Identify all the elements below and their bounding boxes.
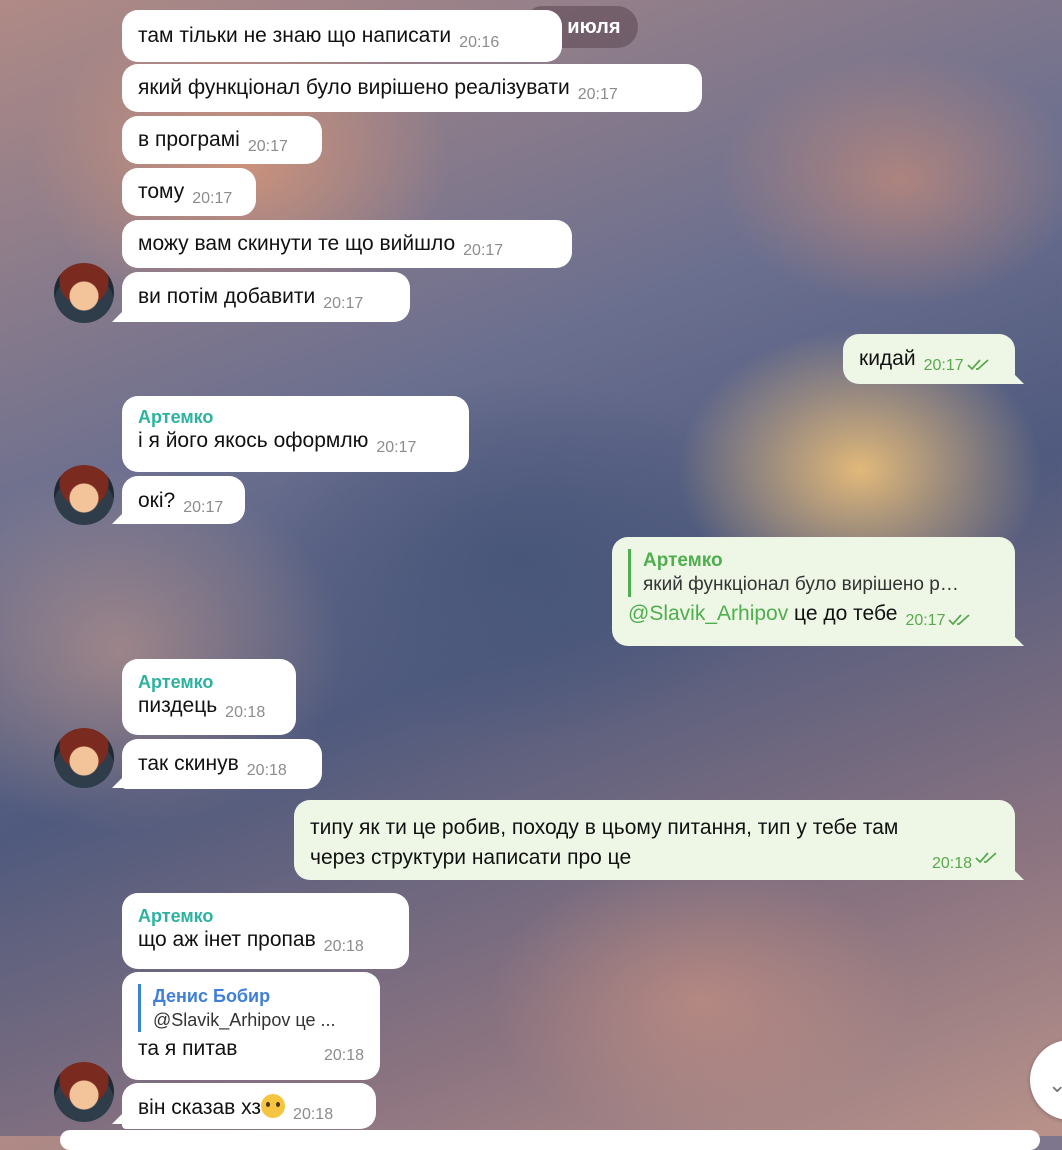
message-text: який функціонал було вирішено реалізуват… [138, 76, 570, 99]
sender-name[interactable]: Артемко [138, 406, 453, 428]
message-text: ви потім добавити [138, 285, 316, 308]
message-time: 20:17 [376, 439, 417, 456]
message-bubble[interactable]: ви потім добавити 20:17 [122, 272, 410, 322]
avatar[interactable] [54, 263, 114, 323]
message-text: він сказав хз [138, 1096, 262, 1119]
double-check-icon [967, 359, 989, 371]
message-time: 20:18 [293, 1106, 334, 1123]
message-text: тому [138, 180, 185, 203]
message-time: 20:17 [577, 86, 618, 103]
message-composer[interactable] [60, 1130, 1040, 1150]
message-text: що аж інет пропав [138, 928, 316, 951]
message-bubble-outgoing[interactable]: Артемко який функціонал було вирішено р…… [612, 537, 1015, 646]
message-text: пиздець [138, 694, 218, 717]
message-time: 20:18 [323, 1047, 364, 1064]
chevron-down-icon: ⌄ [1048, 1072, 1062, 1097]
message-bubble[interactable]: він сказав хз 20:18 [122, 1083, 376, 1129]
message-bubble[interactable]: там тільки не знаю що написати 20:16 [122, 10, 562, 62]
message-time: 20:18 [246, 762, 287, 779]
message-text: окі? [138, 489, 176, 512]
avatar[interactable] [54, 728, 114, 788]
message-time: 20:17 [247, 138, 288, 155]
reply-quote[interactable]: Артемко який функціонал було вирішено р… [628, 549, 999, 597]
message-bubble[interactable]: окі? 20:17 [122, 476, 245, 524]
message-text-line: через структури написати про це [310, 846, 632, 869]
message-time: 20:17 [183, 499, 224, 516]
message-text: так скинув [138, 752, 239, 775]
message-bubble-outgoing[interactable]: кидай 20:17 [843, 334, 1015, 384]
message-text: можу вам скинути те що вийшло [138, 232, 456, 255]
message-time: 20:17 [923, 357, 964, 374]
reply-sender: Денис Бобир [153, 986, 271, 1006]
message-bubble[interactable]: в програмі 20:17 [122, 116, 322, 164]
mention-link[interactable]: @Slavik_Arhipov [628, 602, 788, 625]
message-text: та я питав [138, 1037, 238, 1060]
message-time: 20:17 [463, 242, 504, 259]
message-text: це до тебе [788, 602, 898, 625]
message-bubble[interactable]: який функціонал було вирішено реалізуват… [122, 64, 702, 112]
message-time: 20:18 [323, 938, 364, 955]
reply-sender: Артемко [643, 550, 723, 571]
double-check-icon [948, 614, 971, 626]
message-time: 20:18 [931, 855, 972, 872]
message-time: 20:17 [905, 612, 946, 629]
message-time: 20:17 [323, 295, 364, 312]
message-time: 20:18 [225, 704, 266, 721]
sender-name[interactable]: Артемко [138, 905, 393, 927]
message-text-line: типу як ти це робив, походу в цьому пита… [310, 816, 899, 839]
message-bubble[interactable]: можу вам скинути те що вийшло 20:17 [122, 220, 572, 268]
message-text: кидай [859, 347, 916, 370]
scroll-down-button[interactable]: ⌄ [1030, 1040, 1062, 1120]
message-bubble-outgoing[interactable]: типу як ти це робив, походу в цьому пита… [294, 800, 1015, 880]
message-bubble[interactable]: тому 20:17 [122, 168, 256, 216]
sender-name[interactable]: Артемко [138, 671, 280, 693]
message-bubble[interactable]: Артемко і я його якось оформлю 20:17 [122, 396, 469, 472]
message-text: там тільки не знаю що написати [138, 24, 452, 47]
message-text: і я його якось оформлю [138, 429, 369, 452]
reply-text: який функціонал було вирішено р… [643, 574, 959, 595]
message-time: 20:16 [459, 34, 500, 51]
message-bubble[interactable]: Денис Бобир @Slavik_Arhipov це ... та я … [122, 972, 380, 1080]
avatar[interactable] [54, 465, 114, 525]
message-bubble[interactable]: Артемко пиздець 20:18 [122, 659, 296, 735]
message-time: 20:17 [192, 190, 233, 207]
message-bubble[interactable]: Артемко що аж інет пропав 20:18 [122, 893, 409, 969]
pleading-face-emoji-icon [261, 1094, 286, 1118]
message-bubble[interactable]: так скинув 20:18 [122, 739, 322, 789]
reply-text: @Slavik_Arhipov це ... [153, 1010, 336, 1030]
message-text: в програмі [138, 128, 240, 151]
double-check-icon [975, 852, 997, 864]
reply-quote[interactable]: Денис Бобир @Slavik_Arhipov це ... [138, 984, 364, 1032]
avatar[interactable] [54, 1062, 114, 1122]
